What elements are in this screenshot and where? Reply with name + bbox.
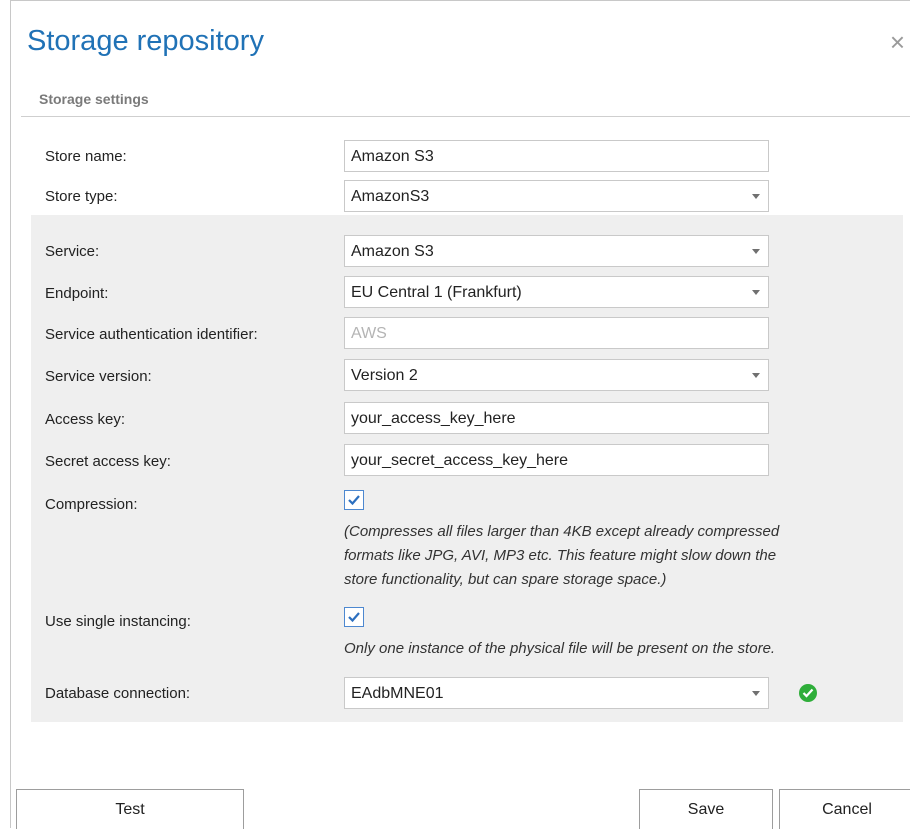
store-name-label: Store name:: [45, 148, 127, 165]
storage-repository-dialog: Storage repository × Storage settings St…: [10, 0, 910, 829]
compression-note-2: formats like JPG, AVI, MP3 etc. This fea…: [344, 547, 777, 564]
single-instancing-checkbox[interactable]: [344, 607, 364, 627]
service-value: Amazon S3: [351, 243, 434, 260]
store-type-label: Store type:: [45, 188, 118, 205]
store-type-value: AmazonS3: [351, 188, 430, 205]
secret-key-input[interactable]: your_secret_access_key_here: [344, 444, 769, 476]
close-icon[interactable]: ×: [890, 29, 905, 55]
compression-checkbox[interactable]: [344, 490, 364, 510]
store-name-input[interactable]: Amazon S3: [344, 140, 769, 172]
access-key-label: Access key:: [45, 411, 126, 428]
service-select[interactable]: Amazon S3: [344, 235, 769, 267]
service-auth-value: AWS: [351, 325, 387, 342]
test-button[interactable]: Test: [16, 789, 244, 829]
section-header: Storage settings: [39, 91, 149, 107]
secret-key-label: Secret access key:: [45, 453, 171, 470]
compression-note-3: store functionality, but can spare stora…: [344, 571, 667, 588]
database-connection-label: Database connection:: [45, 685, 191, 702]
endpoint-value: EU Central 1 (Frankfurt): [351, 284, 522, 301]
service-version-value: Version 2: [351, 367, 418, 384]
secret-key-value: your_secret_access_key_here: [351, 452, 569, 469]
database-connection-value: EAdbMNE01: [351, 685, 444, 702]
endpoint-select[interactable]: EU Central 1 (Frankfurt): [344, 276, 769, 308]
service-label: Service:: [45, 243, 100, 260]
single-instancing-label: Use single instancing:: [45, 613, 191, 630]
compression-label: Compression:: [45, 496, 138, 513]
service-version-label: Service version:: [45, 368, 152, 385]
chevron-down-icon: [752, 691, 760, 696]
check-circle-icon: [799, 684, 817, 702]
access-key-value: your_access_key_here: [351, 410, 516, 427]
section-divider: [21, 116, 910, 117]
compression-note-1: (Compresses all files larger than 4KB ex…: [344, 523, 780, 540]
database-connection-select[interactable]: EAdbMNE01: [344, 677, 769, 709]
checkmark-icon: [348, 612, 360, 623]
service-version-select[interactable]: Version 2: [344, 359, 769, 391]
chevron-down-icon: [752, 194, 760, 199]
save-button[interactable]: Save: [639, 789, 773, 829]
checkmark-icon: [348, 495, 360, 506]
cancel-button[interactable]: Cancel: [779, 789, 910, 829]
single-instancing-note: Only one instance of the physical file w…: [344, 640, 776, 657]
dialog-title: Storage repository: [27, 25, 264, 57]
store-name-value: Amazon S3: [351, 148, 434, 165]
chevron-down-icon: [752, 290, 760, 295]
endpoint-label: Endpoint:: [45, 285, 109, 302]
access-key-input[interactable]: your_access_key_here: [344, 402, 769, 434]
chevron-down-icon: [752, 249, 760, 254]
chevron-down-icon: [752, 373, 760, 378]
service-auth-label: Service authentication identifier:: [45, 326, 258, 343]
service-auth-input: AWS: [344, 317, 769, 349]
store-type-select[interactable]: AmazonS3: [344, 180, 769, 212]
